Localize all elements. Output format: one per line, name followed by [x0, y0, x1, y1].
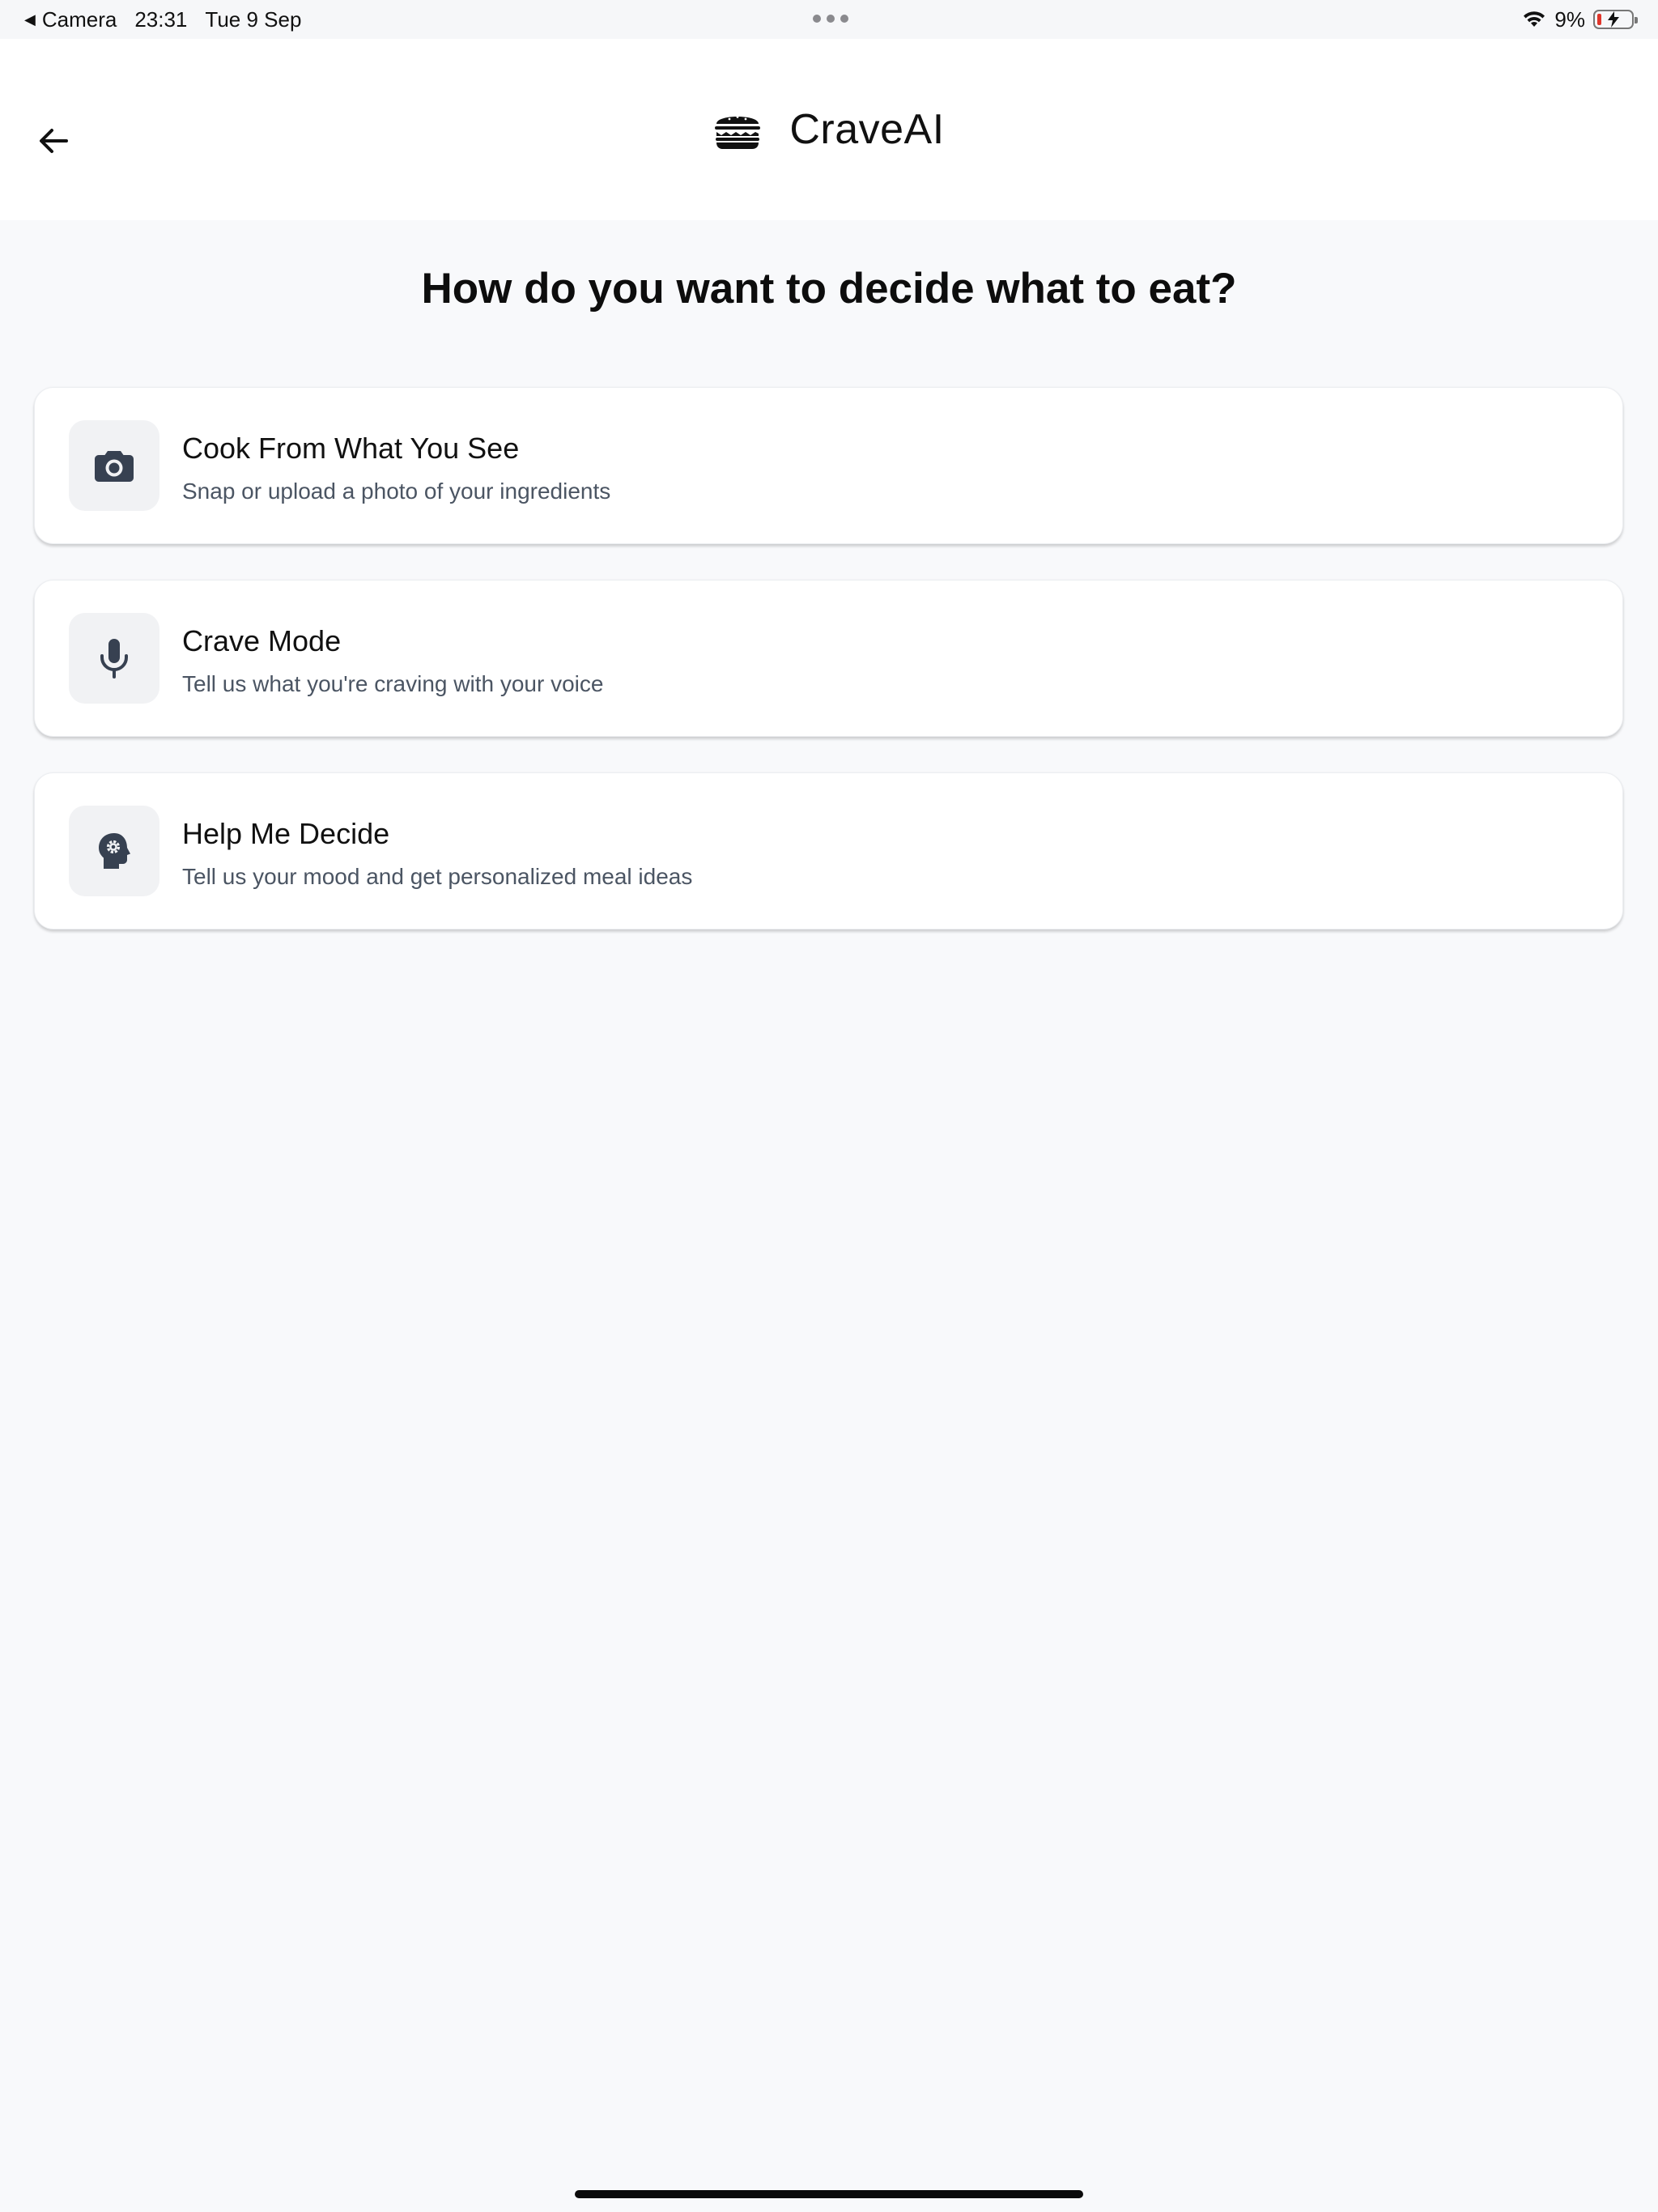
option-icon-box	[69, 806, 159, 896]
battery-icon	[1593, 10, 1638, 29]
dot-icon	[827, 15, 835, 23]
option-title: Crave Mode	[182, 624, 342, 657]
app-header: CraveAI	[0, 39, 1658, 220]
option-card-crave-mode[interactable]: Crave Mode Tell us what you're craving w…	[34, 580, 1623, 737]
back-triangle-icon: ◀	[24, 11, 36, 28]
home-indicator[interactable]	[575, 2190, 1083, 2198]
option-card-help-me-decide[interactable]: Help Me Decide Tell us your mood and get…	[34, 772, 1623, 929]
brand: CraveAI	[0, 39, 1658, 220]
multitasking-dots[interactable]	[813, 15, 848, 23]
option-icon-box	[69, 613, 159, 704]
main-content: How do you want to decide what to eat? C…	[0, 220, 1658, 2212]
back-app-label: Camera	[41, 6, 117, 32]
microphone-icon	[100, 639, 128, 678]
charging-bolt-icon	[1608, 11, 1619, 28]
option-title: Cook From What You See	[182, 432, 520, 465]
option-subtitle: Snap or upload a photo of your ingredien…	[182, 479, 611, 504]
back-button[interactable]	[32, 120, 74, 162]
wifi-icon	[1524, 11, 1545, 27]
status-time: 23:31	[134, 6, 188, 32]
option-card-cook-from-what-you-see[interactable]: Cook From What You See Snap or upload a …	[34, 387, 1623, 544]
status-right: 9%	[1522, 0, 1638, 39]
battery-fill	[1597, 14, 1601, 25]
option-title: Help Me Decide	[182, 817, 390, 850]
status-bar: ◀ Camera 23:31 Tue 9 Sep 9%	[0, 0, 1658, 39]
dot-icon	[813, 15, 821, 23]
status-left: ◀ Camera 23:31 Tue 9 Sep	[24, 0, 301, 39]
option-icon-box	[69, 420, 159, 511]
back-to-app-link[interactable]: ◀ Camera	[24, 7, 117, 32]
arrow-left-icon	[40, 129, 68, 153]
status-date: Tue 9 Sep	[205, 6, 302, 32]
head-gear-icon	[99, 833, 130, 869]
option-subtitle: Tell us what you're craving with your vo…	[182, 671, 604, 696]
dot-icon	[840, 15, 848, 23]
burger-icon	[715, 116, 761, 149]
battery-percent: 9%	[1554, 6, 1585, 32]
option-subtitle: Tell us your mood and get personalized m…	[182, 864, 693, 889]
camera-icon	[95, 451, 134, 482]
app-title: CraveAI	[789, 106, 945, 153]
page-title: How do you want to decide what to eat?	[421, 265, 1237, 313]
